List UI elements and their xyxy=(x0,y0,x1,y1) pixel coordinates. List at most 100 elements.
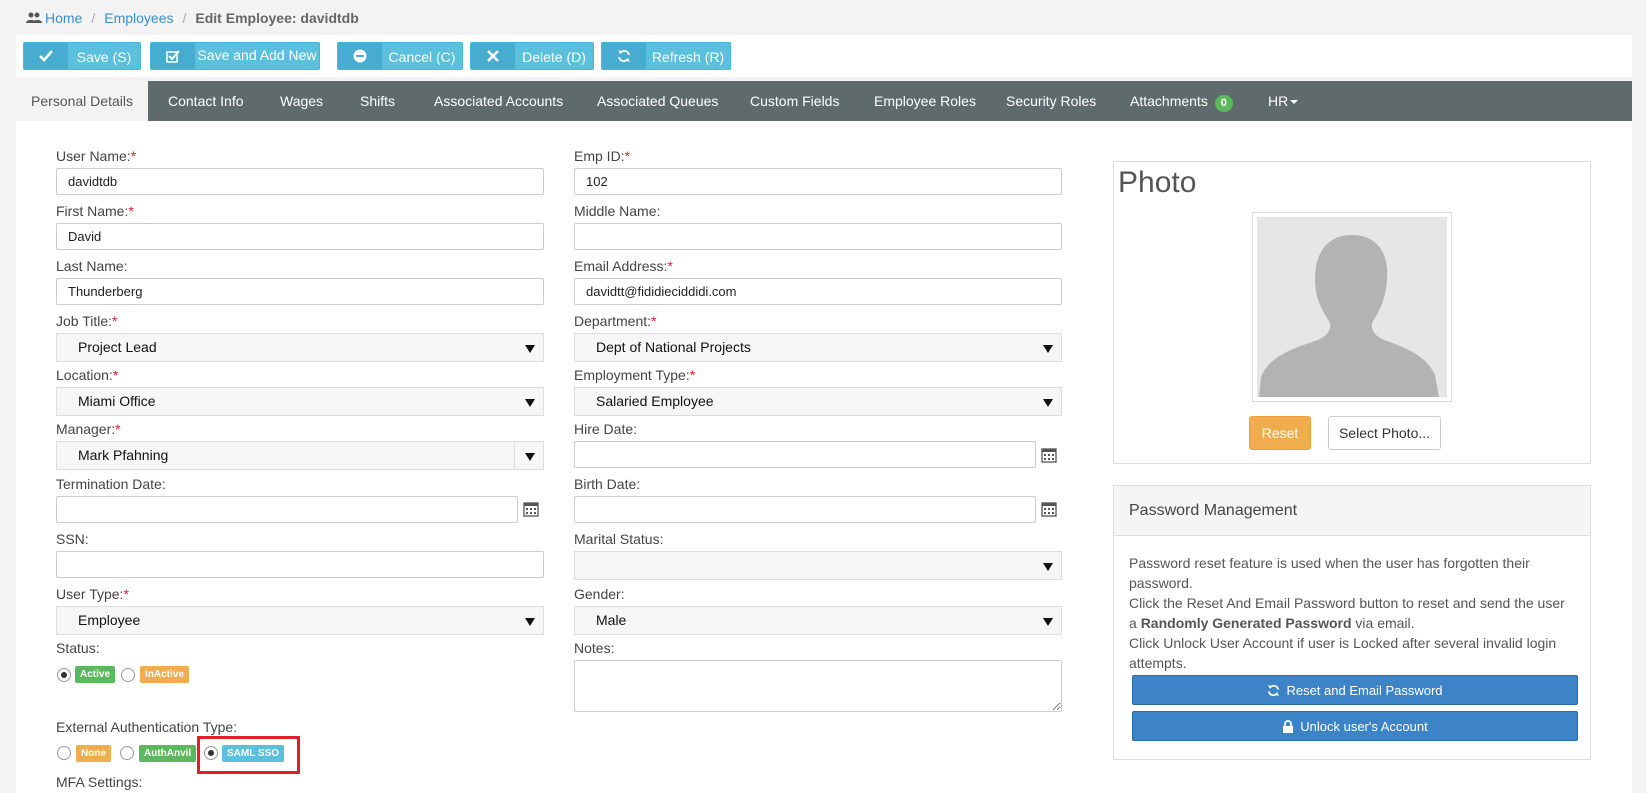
tab-associated-queues[interactable]: Associated Queues xyxy=(597,81,718,121)
birth-date-field[interactable] xyxy=(574,496,1036,523)
dropdown-arrow-icon xyxy=(525,399,535,407)
termination-date-label: Termination Date: xyxy=(56,476,166,492)
minus-circle-icon xyxy=(338,43,382,69)
location-select[interactable]: Miami Office xyxy=(56,387,544,416)
breadcrumb-separator: / xyxy=(91,10,96,26)
save-and-add-new-button[interactable]: Save and Add New xyxy=(150,42,320,70)
username-label: User Name:* xyxy=(56,148,137,164)
tab-attachments-label: Attachments xyxy=(1130,93,1208,109)
ext-auth-none-badge: None xyxy=(76,745,111,762)
gender-value: Male xyxy=(596,612,627,628)
first-name-field[interactable]: David xyxy=(56,223,544,250)
tab-security-roles[interactable]: Security Roles xyxy=(1006,81,1096,121)
delete-button[interactable]: Delete (D) xyxy=(470,42,594,70)
notes-label: Notes: xyxy=(574,640,615,656)
refresh-icon xyxy=(602,43,646,69)
status-inactive-badge: InActive xyxy=(140,666,189,683)
breadcrumb-current: Edit Employee: davidtdb xyxy=(195,10,359,26)
notes-textarea[interactable] xyxy=(574,660,1062,712)
calendar-icon[interactable] xyxy=(523,501,539,517)
password-management-title: Password Management xyxy=(1114,486,1590,536)
last-name-field[interactable]: Thunderberg xyxy=(56,278,544,305)
save-button[interactable]: Save (S) xyxy=(23,42,141,70)
tab-hr-dropdown[interactable]: HR xyxy=(1268,81,1299,121)
calendar-icon[interactable] xyxy=(1041,447,1057,463)
dropdown-arrow-icon xyxy=(1043,618,1053,626)
refresh-button[interactable]: Refresh (R) xyxy=(601,42,731,70)
password-help-text: Password reset feature is used when the … xyxy=(1129,553,1569,673)
tab-custom-fields[interactable]: Custom Fields xyxy=(750,81,839,121)
employment-type-select[interactable]: Salaried Employee xyxy=(574,387,1062,416)
tab-hr-label: HR xyxy=(1268,93,1289,109)
marital-status-label: Marital Status: xyxy=(574,531,664,547)
department-select[interactable]: Dept of National Projects xyxy=(574,333,1062,362)
reset-and-email-password-button[interactable]: Reset and Email Password xyxy=(1132,675,1578,705)
user-type-select[interactable]: Employee xyxy=(56,606,544,635)
tab-attachments[interactable]: Attachments 0 xyxy=(1130,81,1233,121)
gender-label: Gender: xyxy=(574,586,625,602)
emp-id-field[interactable]: 102 xyxy=(574,168,1062,195)
breadcrumb-employees[interactable]: Employees xyxy=(104,10,173,26)
termination-date-field[interactable] xyxy=(56,496,518,523)
refresh-icon xyxy=(1268,684,1280,696)
unlock-account-label: Unlock user's Account xyxy=(1300,718,1428,734)
dropdown-arrow-icon xyxy=(525,453,535,461)
ext-auth-none-radio[interactable] xyxy=(57,746,71,760)
lock-icon xyxy=(1283,719,1294,733)
status-label: Status: xyxy=(56,640,100,656)
tab-personal-details[interactable]: Personal Details xyxy=(16,81,148,121)
select-photo-button[interactable]: Select Photo... xyxy=(1328,416,1441,450)
hire-date-field[interactable] xyxy=(574,441,1036,468)
person-silhouette-icon xyxy=(1257,217,1447,397)
tab-shifts[interactable]: Shifts xyxy=(360,81,395,121)
marital-status-select[interactable] xyxy=(574,551,1062,580)
dropdown-arrow-icon xyxy=(525,618,535,626)
manager-label: Manager:* xyxy=(56,421,121,437)
location-label: Location:* xyxy=(56,367,119,383)
users-icon xyxy=(26,12,42,23)
middle-name-field[interactable] xyxy=(574,223,1062,250)
ssn-label: SSN: xyxy=(56,531,89,547)
tab-associated-accounts[interactable]: Associated Accounts xyxy=(434,81,563,121)
manager-value: Mark Pfahning xyxy=(78,447,169,463)
dropdown-arrow-icon xyxy=(525,345,535,353)
dropdown-arrow-icon xyxy=(1043,399,1053,407)
attachments-count-badge: 0 xyxy=(1214,95,1233,112)
email-field[interactable]: davidtt@fididieciddidi.com xyxy=(574,278,1062,305)
unlock-account-button[interactable]: Unlock user's Account xyxy=(1132,711,1578,741)
tab-employee-roles[interactable]: Employee Roles xyxy=(874,81,976,121)
photo-title: Photo xyxy=(1118,166,1197,199)
calendar-icon[interactable] xyxy=(1041,501,1057,517)
user-type-value: Employee xyxy=(78,612,141,628)
manager-select[interactable]: Mark Pfahning xyxy=(56,441,544,470)
reset-and-email-password-label: Reset and Email Password xyxy=(1286,682,1443,698)
username-field[interactable]: davidtdb xyxy=(56,168,544,195)
middle-name-label: Middle Name: xyxy=(574,203,661,219)
user-type-label: User Type:* xyxy=(56,586,129,602)
status-inactive-radio[interactable] xyxy=(121,668,135,682)
dropdown-arrow-icon xyxy=(1043,563,1053,571)
reset-photo-button[interactable]: Reset xyxy=(1249,416,1311,450)
tab-wages[interactable]: Wages xyxy=(280,81,323,121)
cancel-button[interactable]: Cancel (C) xyxy=(337,42,463,70)
dropdown-arrow-icon xyxy=(1043,345,1053,353)
status-active-radio[interactable] xyxy=(57,668,71,682)
delete-label: Delete (D) xyxy=(522,49,586,65)
breadcrumb-home[interactable]: Home xyxy=(45,10,82,26)
gender-select[interactable]: Male xyxy=(574,606,1062,635)
close-icon xyxy=(471,43,515,69)
employment-type-label: Employment Type:* xyxy=(574,367,696,383)
hire-date-label: Hire Date: xyxy=(574,421,638,437)
ext-auth-authanvil-radio[interactable] xyxy=(120,746,134,760)
job-title-value: Project Lead xyxy=(78,339,157,355)
tab-contact-info[interactable]: Contact Info xyxy=(168,81,244,121)
checkbox-icon xyxy=(151,43,195,69)
first-name-label: First Name:* xyxy=(56,203,134,219)
job-title-select[interactable]: Project Lead xyxy=(56,333,544,362)
password-help-line-2: Click the Reset And Email Password butto… xyxy=(1129,595,1565,631)
password-help-line-1: Password reset feature is used when the … xyxy=(1129,555,1530,591)
job-title-label: Job Title:* xyxy=(56,313,118,329)
employment-type-value: Salaried Employee xyxy=(596,393,714,409)
ssn-field[interactable] xyxy=(56,551,544,578)
check-icon xyxy=(24,43,68,69)
